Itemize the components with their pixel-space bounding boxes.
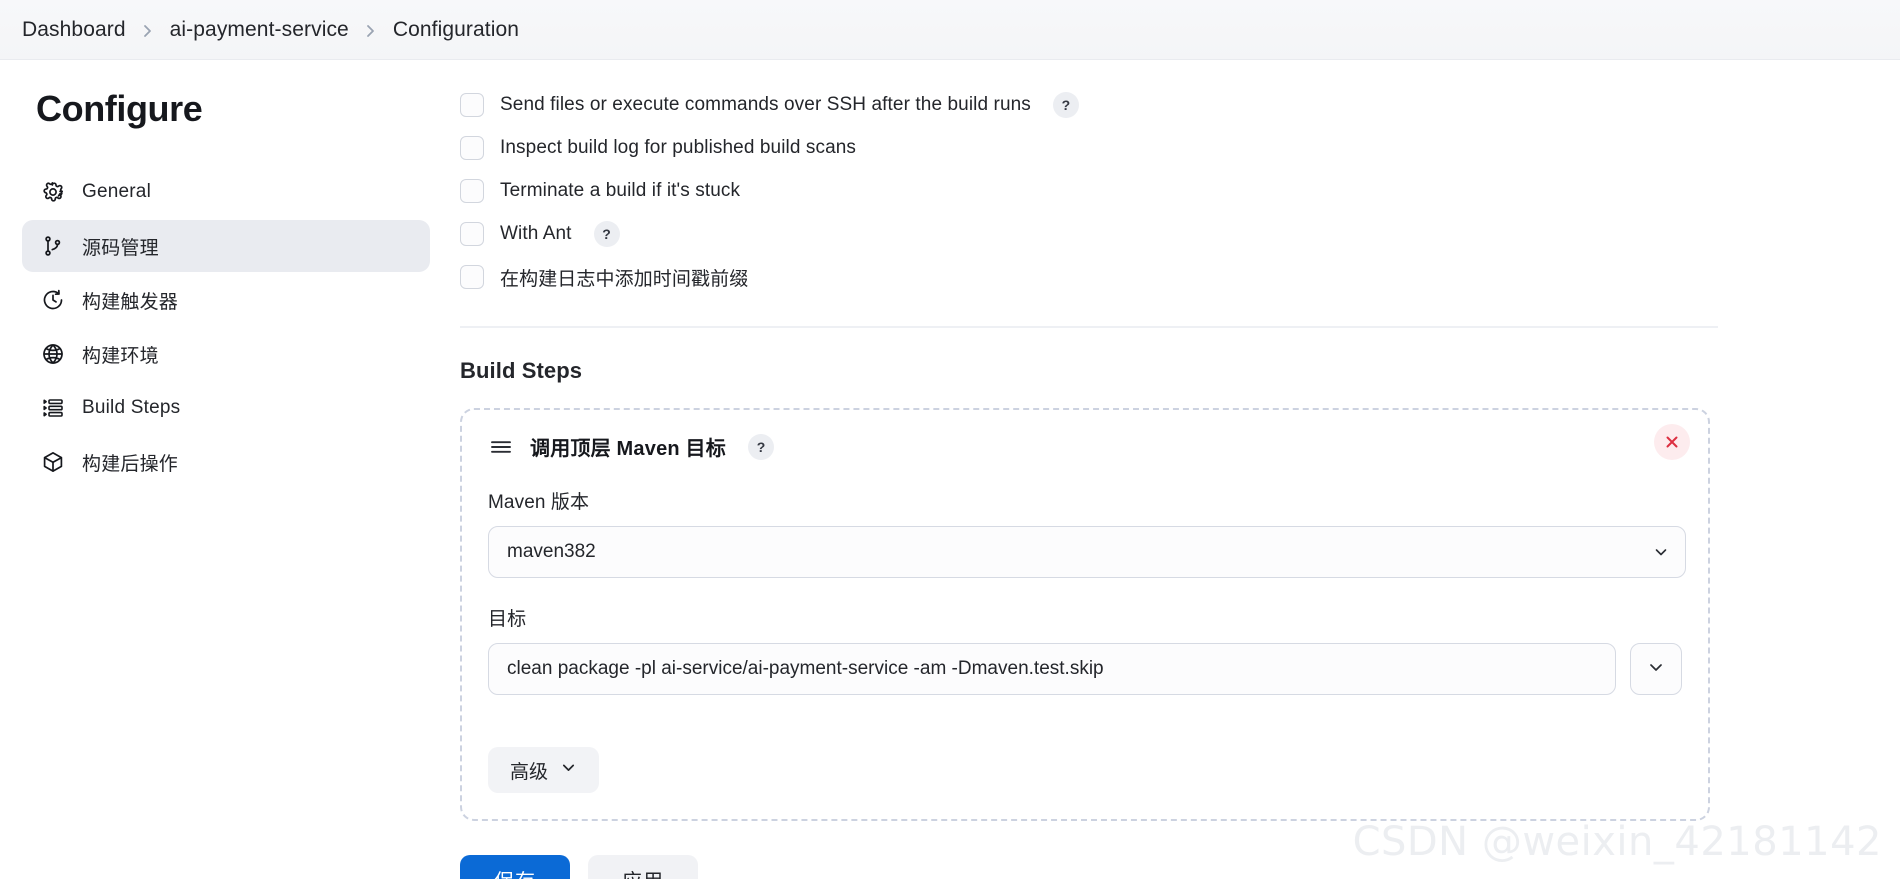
- maven-version-value: maven382: [507, 541, 596, 562]
- sidebar-item-build-steps[interactable]: Build Steps: [22, 382, 430, 434]
- breadcrumb-item-configuration: Configuration: [392, 17, 520, 41]
- checkbox-label: Inspect build log for published build sc…: [500, 137, 857, 158]
- sidebar-item-build-triggers[interactable]: 构建触发器: [22, 274, 430, 326]
- maven-version-field: Maven 版本 maven382: [488, 487, 1686, 578]
- breadcrumb-item-dashboard[interactable]: Dashboard: [22, 18, 126, 42]
- chevron-down-icon: [1647, 658, 1665, 681]
- breadcrumb-item-job[interactable]: ai-payment-service: [170, 18, 349, 42]
- build-step-title: 调用顶层 Maven 目标: [530, 438, 726, 460]
- checkbox-row: Inspect build log for published build sc…: [460, 127, 1740, 169]
- help-icon[interactable]: ?: [593, 221, 620, 247]
- checkbox-label: With Ant: [500, 223, 572, 244]
- save-button[interactable]: 保存: [460, 855, 570, 879]
- watermark: CSDN @weixin_42181142: [1352, 819, 1882, 865]
- list-steps-icon: [40, 395, 66, 421]
- checkbox-terminate-stuck-build[interactable]: [460, 179, 484, 203]
- build-step-card: 调用顶层 Maven 目标 ? Maven 版本 maven382 目标 cle…: [460, 408, 1710, 821]
- sidebar-item-label: General: [82, 181, 151, 202]
- main-content: Send files or execute commands over SSH …: [440, 60, 1900, 879]
- chevron-right-icon: [365, 24, 377, 38]
- globe-icon: [40, 341, 66, 367]
- package-icon: [40, 449, 66, 475]
- chevron-down-icon: [1653, 544, 1669, 560]
- apply-button[interactable]: 应用: [588, 855, 698, 879]
- checkbox-row: Terminate a build if it's stuck: [460, 170, 1740, 212]
- build-steps-heading: Build Steps: [460, 358, 583, 383]
- drag-handle-icon[interactable]: [488, 434, 514, 460]
- help-icon[interactable]: ?: [1052, 92, 1079, 118]
- checkbox-send-files-ssh[interactable]: [460, 93, 484, 117]
- checkbox-label: 在构建日志中添加时间戳前缀: [500, 268, 749, 290]
- checkbox-timestamp-prefix[interactable]: [460, 265, 484, 289]
- help-icon[interactable]: ?: [747, 433, 774, 460]
- maven-version-label: Maven 版本: [488, 492, 590, 513]
- goals-label: 目标: [488, 609, 527, 630]
- gear-icon: [40, 179, 66, 205]
- sidebar-item-source-control[interactable]: 源码管理: [22, 220, 430, 272]
- goals-dropdown-button[interactable]: [1630, 643, 1682, 695]
- maven-version-select[interactable]: maven382: [488, 526, 1686, 578]
- goals-input[interactable]: clean package -pl ai-service/ai-payment-…: [488, 643, 1616, 695]
- page-body: Configure General 源码管理 构建触发器 构建环境 Build …: [0, 60, 1900, 879]
- clock-icon: [40, 287, 66, 313]
- close-icon[interactable]: [1654, 424, 1690, 460]
- advanced-button[interactable]: 高级: [488, 747, 600, 793]
- goals-field: 目标 clean package -pl ai-service/ai-payme…: [488, 604, 1682, 695]
- sidebar-item-post-build-actions[interactable]: 构建后操作: [22, 436, 430, 488]
- build-step-header: 调用顶层 Maven 目标 ?: [488, 432, 1682, 461]
- build-environment-options: Send files or execute commands over SSH …: [460, 78, 1740, 298]
- advanced-button-label: 高级: [510, 761, 549, 783]
- sidebar-item-label: 源码管理: [82, 237, 159, 259]
- goals-value: clean package -pl ai-service/ai-payment-…: [507, 658, 1104, 679]
- git-branch-icon: [40, 233, 66, 259]
- sidebar-item-label: Build Steps: [82, 397, 181, 418]
- checkbox-row: Send files or execute commands over SSH …: [460, 84, 1740, 126]
- sidebar-nav: General 源码管理 构建触发器 构建环境 Build Steps 构建后操…: [0, 166, 440, 488]
- chevron-right-icon: [142, 24, 154, 38]
- sidebar-item-general[interactable]: General: [22, 166, 430, 218]
- sidebar-item-label: 构建后操作: [82, 453, 179, 475]
- sidebar-item-label: 构建触发器: [82, 291, 179, 313]
- sidebar-item-build-environment[interactable]: 构建环境: [22, 328, 430, 380]
- checkbox-label: Send files or execute commands over SSH …: [500, 94, 1031, 115]
- goals-combo: clean package -pl ai-service/ai-payment-…: [488, 643, 1682, 695]
- breadcrumb: Dashboard ai-payment-service Configurati…: [0, 0, 1900, 60]
- checkbox-label: Terminate a build if it's stuck: [500, 180, 741, 201]
- checkbox-with-ant[interactable]: [460, 222, 484, 246]
- checkbox-row: 在构建日志中添加时间戳前缀: [460, 256, 1740, 298]
- checkbox-inspect-build-log[interactable]: [460, 136, 484, 160]
- chevron-down-icon: [560, 759, 577, 782]
- checkbox-row: With Ant ?: [460, 213, 1740, 255]
- sidebar: Configure General 源码管理 构建触发器 构建环境 Build …: [0, 60, 440, 879]
- page-title: Configure: [36, 88, 203, 129]
- section-divider: [460, 326, 1718, 328]
- sidebar-item-label: 构建环境: [82, 345, 159, 367]
